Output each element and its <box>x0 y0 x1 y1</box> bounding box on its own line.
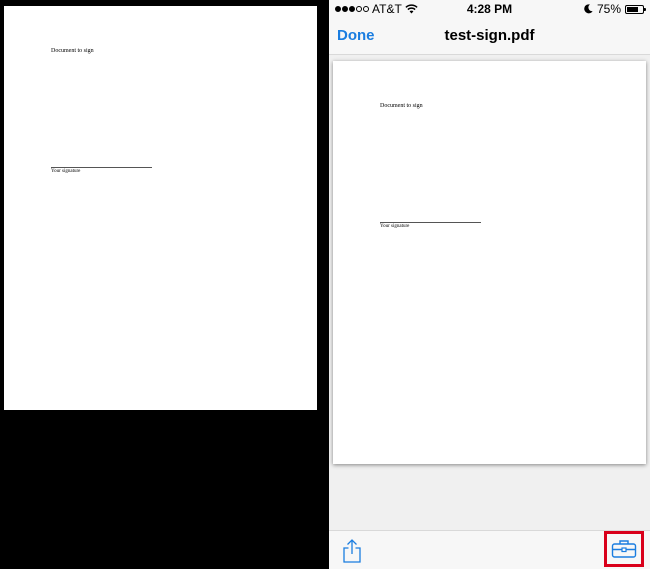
screenshot-root: Document to sign Your signature AT&T 4:2… <box>0 0 650 569</box>
share-button[interactable] <box>341 539 363 563</box>
status-right: 75% <box>584 2 646 16</box>
bottom-toolbar <box>329 530 650 569</box>
battery-nub <box>644 7 646 11</box>
phone-screen: AT&T 4:28 PM 75% Done test-sign.pdf Docu… <box>329 0 650 569</box>
navigation-bar: Done test-sign.pdf <box>329 18 650 55</box>
signature-label: Your signature <box>51 169 81 174</box>
signature-line <box>51 167 152 168</box>
moon-icon <box>584 4 593 14</box>
battery-percent: 75% <box>596 2 621 16</box>
battery-icon <box>625 4 646 14</box>
signature-label: Your signature <box>380 224 410 229</box>
document-title: Document to sign <box>51 48 94 54</box>
pdf-viewer[interactable]: Document to sign Your signature <box>329 55 650 530</box>
toolbox-icon <box>611 540 637 558</box>
pdf-page[interactable]: Document to sign Your signature <box>333 61 646 464</box>
pdf-page-preview: Document to sign Your signature <box>4 6 317 410</box>
document-title: Document to sign <box>380 103 423 109</box>
status-bar: AT&T 4:28 PM 75% <box>329 0 650 18</box>
toolbox-button[interactable] <box>604 531 644 567</box>
document-filename-title: test-sign.pdf <box>444 27 535 44</box>
signature-line <box>380 222 481 223</box>
battery-fill <box>627 6 638 12</box>
share-icon <box>343 539 361 563</box>
